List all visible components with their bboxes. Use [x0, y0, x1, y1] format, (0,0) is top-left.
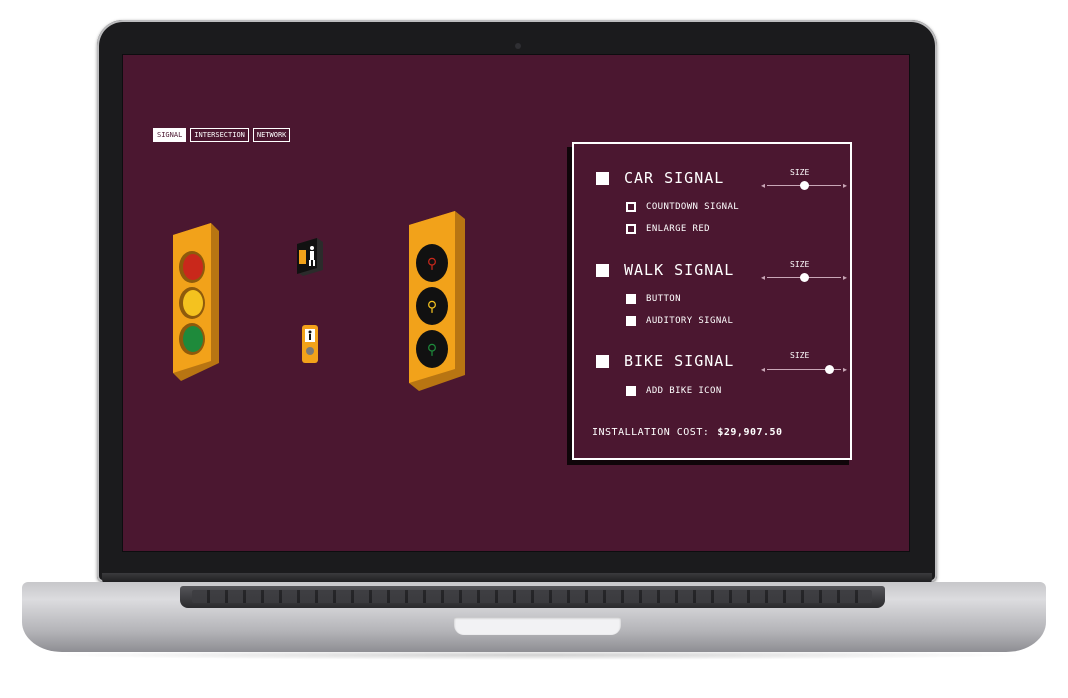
- bike-size-label: SIZE: [790, 351, 810, 360]
- add-bike-icon-row: ADD BIKE ICON: [626, 386, 722, 396]
- tab-network[interactable]: NETWORK: [252, 128, 291, 142]
- countdown-signal-label: COUNTDOWN SIGNAL: [646, 202, 740, 212]
- walk-signal-label: WALK SIGNAL: [624, 261, 735, 279]
- car-signal-label: CAR SIGNAL: [624, 169, 725, 187]
- svg-text:⚲: ⚲: [427, 342, 437, 358]
- button-label: BUTTON: [646, 294, 681, 304]
- svg-text:⚲: ⚲: [427, 299, 437, 315]
- button-row: BUTTON: [626, 294, 681, 304]
- slider-left-arrow-icon: ◂: [761, 365, 766, 374]
- enlarge-red-label: ENLARGE RED: [646, 224, 711, 234]
- walk-signal-row: WALK SIGNAL: [596, 261, 734, 279]
- slider-right-arrow-icon: ▸: [842, 365, 847, 374]
- walk-size-label: SIZE: [790, 260, 810, 269]
- countdown-signal-checkbox[interactable]: [626, 202, 636, 212]
- installation-cost-label: INSTALLATION COST:: [592, 427, 710, 438]
- walk-size-slider[interactable]: ◂ ▸: [761, 273, 847, 283]
- auditory-signal-checkbox[interactable]: [626, 316, 636, 326]
- slider-left-arrow-icon: ◂: [761, 181, 766, 190]
- opening-notch: [454, 617, 621, 635]
- walk-size-knob[interactable]: [800, 273, 809, 282]
- car-size-label: SIZE: [790, 168, 810, 177]
- countdown-signal-row: COUNTDOWN SIGNAL: [626, 202, 739, 212]
- bike-traffic-light-icon: ⚲ ⚲ ⚲: [409, 211, 465, 391]
- bike-signal-row: BIKE SIGNAL: [596, 352, 734, 370]
- auditory-signal-row: AUDITORY SIGNAL: [626, 316, 733, 326]
- slider-left-arrow-icon: ◂: [761, 273, 766, 282]
- bike-size-knob[interactable]: [825, 365, 834, 374]
- app-screen: SIGNAL INTERSECTION NETWORK ⚲ ⚲ ⚲ CAR SI…: [122, 54, 910, 552]
- signal-settings-panel: CAR SIGNAL SIZE ◂ ▸ COUNTDOWN SIGNAL ENL…: [572, 142, 852, 460]
- keyboard-keys: [192, 590, 872, 603]
- tab-signal[interactable]: SIGNAL: [153, 128, 187, 142]
- tab-intersection[interactable]: INTERSECTION: [190, 128, 249, 142]
- installation-cost: INSTALLATION COST: $29,907.50: [592, 427, 783, 438]
- slider-right-arrow-icon: ▸: [842, 181, 847, 190]
- auditory-signal-label: AUDITORY SIGNAL: [646, 316, 734, 326]
- bike-signal-label: BIKE SIGNAL: [624, 352, 735, 370]
- car-size-knob[interactable]: [800, 181, 809, 190]
- car-size-slider[interactable]: ◂ ▸: [761, 181, 847, 191]
- installation-cost-value: $29,907.50: [717, 427, 783, 438]
- traffic-light-icon: [173, 223, 219, 381]
- add-bike-icon-label: ADD BIKE ICON: [646, 386, 722, 396]
- walk-hand-sign-icon: [297, 238, 323, 276]
- bike-signal-checkbox[interactable]: [596, 354, 609, 368]
- push-button-walk-sign-icon: [302, 325, 318, 363]
- webcam: [515, 43, 521, 49]
- slider-right-arrow-icon: ▸: [842, 273, 847, 282]
- button-checkbox[interactable]: [626, 294, 636, 304]
- add-bike-icon-checkbox[interactable]: [626, 386, 636, 396]
- tab-bar: SIGNAL INTERSECTION NETWORK: [153, 128, 291, 142]
- svg-text:⚲: ⚲: [427, 256, 437, 272]
- enlarge-red-checkbox[interactable]: [626, 224, 636, 234]
- enlarge-red-row: ENLARGE RED: [626, 224, 710, 234]
- bike-size-slider[interactable]: ◂ ▸: [761, 365, 847, 375]
- walk-signal-checkbox[interactable]: [596, 263, 609, 277]
- car-signal-checkbox[interactable]: [596, 171, 609, 185]
- car-signal-row: CAR SIGNAL: [596, 169, 724, 187]
